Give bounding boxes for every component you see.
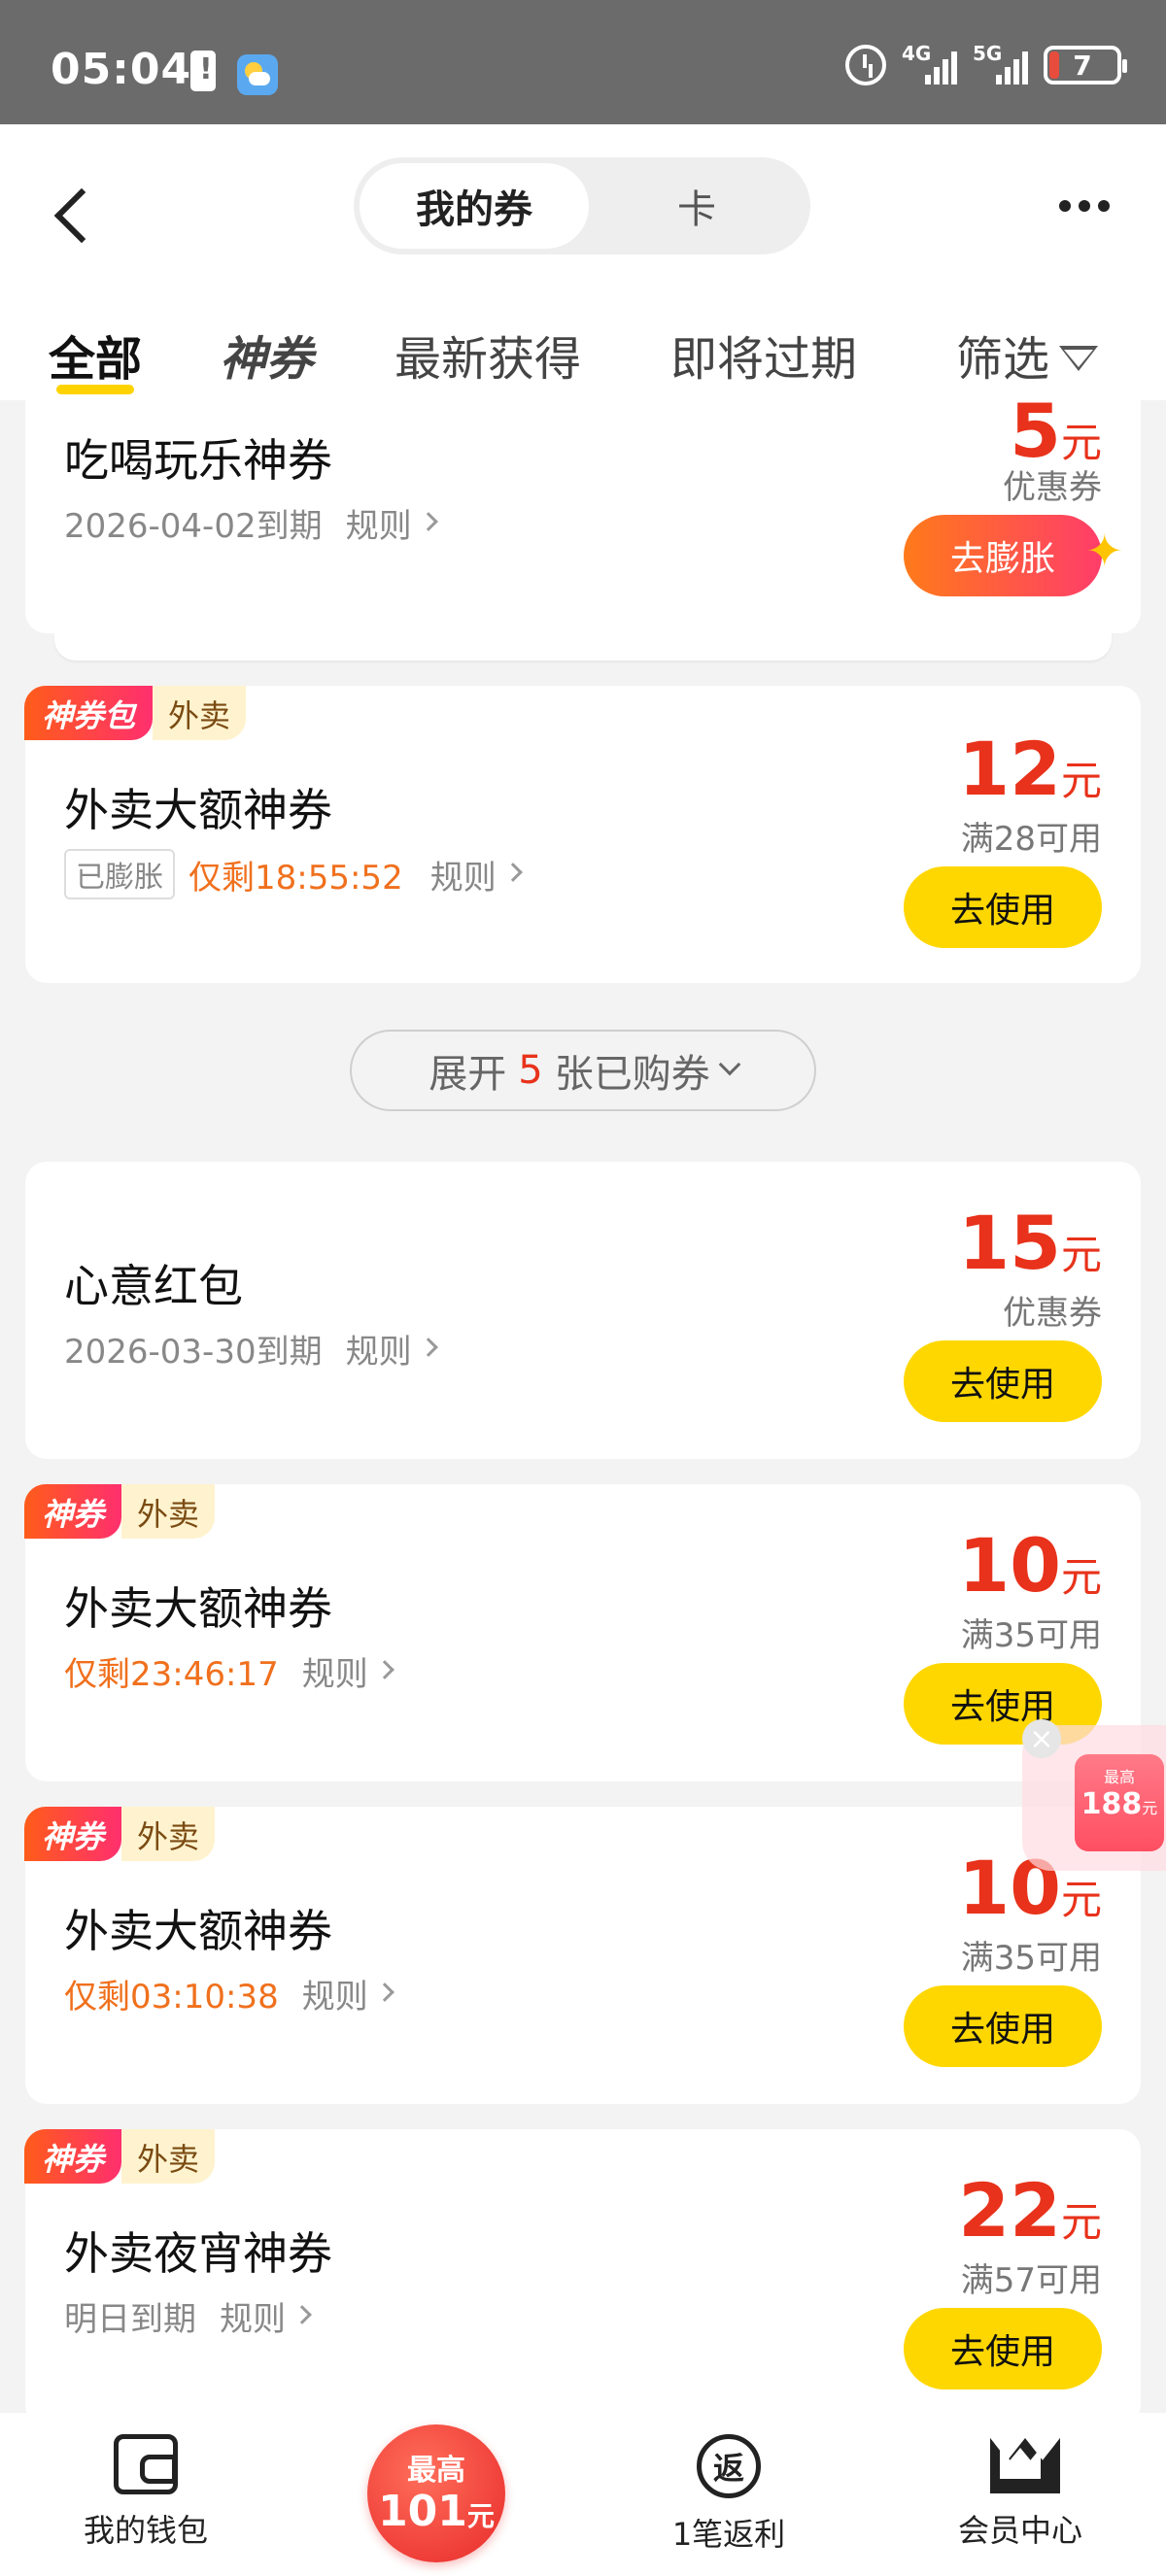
segment-cards[interactable]: 卡 [589, 163, 805, 249]
use-button[interactable]: 去使用 [904, 1985, 1102, 2067]
coupon-title: 外卖大额神券 [64, 1582, 332, 1635]
tab-god-coupon[interactable]: 神券 [220, 321, 313, 389]
red-envelope-icon: 最高 188元 [1075, 1754, 1164, 1851]
use-button[interactable]: 去使用 [904, 2308, 1102, 2390]
stacked-card-edge [54, 633, 1112, 661]
coupon-amount: 15元 [958, 1200, 1102, 1286]
tag-category: 外卖 [121, 1484, 216, 1539]
tab-active-indicator [56, 385, 134, 394]
coupon-condition: 满35可用 [960, 1616, 1102, 1655]
rule-link[interactable]: 规则 [302, 1970, 394, 2017]
coupon-title: 心意红包 [64, 1260, 243, 1312]
close-icon[interactable]: × [1022, 1719, 1061, 1758]
coupon-amount: 12元 [958, 726, 1102, 812]
tab-all[interactable]: 全部 [49, 321, 142, 389]
battery-alert-icon [190, 51, 216, 91]
header: 我的券 卡 全部 神券 最新获得 即将过期 筛选 [0, 124, 1166, 400]
coupon-title: 外卖夜宵神券 [64, 2227, 332, 2280]
segment-my-coupons[interactable]: 我的券 [360, 163, 589, 249]
chevron-right-icon [418, 511, 438, 531]
coupon-title: 外卖大额神券 [64, 1905, 332, 1957]
swelled-badge: 已膨胀 [64, 849, 175, 899]
coupon-card: 吃喝玩乐神券 2026-04-02到期 规则 5元 优惠券 去膨胀 ✦ [25, 394, 1141, 633]
tag-god-coupon: 神券 [24, 1484, 122, 1539]
status-bar: 05:04 4G 5G 7 [0, 0, 1166, 124]
coupon-amount: 10元 [958, 1522, 1102, 1609]
coupon-title: 外卖大额神券 [64, 784, 332, 836]
sparkle-icon: ✦ [1085, 525, 1123, 577]
chevron-right-icon [374, 1659, 394, 1679]
coupon-amount: 22元 [958, 2167, 1102, 2254]
tag-category: 外卖 [121, 2129, 216, 2184]
coupon-title: 吃喝玩乐神券 [64, 434, 332, 487]
tag-category: 外卖 [153, 686, 247, 740]
alarm-icon [845, 45, 886, 85]
tab-filter[interactable]: 筛选 [956, 321, 1099, 389]
chevron-right-icon [292, 2304, 312, 2324]
coupon-card: 神券包 外卖 外卖大额神券 已膨胀 仅剩18:55:52 规则 12元 满28可… [24, 686, 1141, 983]
tab-newest[interactable]: 最新获得 [394, 321, 581, 389]
nav-rebate[interactable]: 返 1笔返利 [622, 2434, 836, 2555]
use-button[interactable]: 去使用 [904, 866, 1102, 948]
rule-link[interactable]: 规则 [346, 499, 438, 547]
status-time: 05:04 [51, 45, 192, 94]
battery-icon: 7 [1044, 46, 1127, 85]
countdown: 仅剩18:55:52 [189, 858, 403, 898]
tag-god-coupon-pack: 神券包 [24, 686, 154, 740]
coupon-amount: 5元 [1010, 388, 1102, 474]
coupon-expiry: 2026-04-02到期 [64, 507, 323, 546]
bottom-nav: 我的钱包 最高 101元 返 1笔返利 会员中心 [0, 2413, 1166, 2576]
tag-category: 外卖 [121, 1807, 216, 1861]
coupon-condition: 满57可用 [960, 2261, 1102, 2300]
crown-icon [988, 2434, 1052, 2494]
chevron-down-icon [718, 1053, 741, 1076]
coupon-card: 心意红包 2026-03-30到期 规则 15元 优惠券 去使用 [25, 1162, 1141, 1459]
filter-icon [1059, 346, 1099, 371]
wallet-icon [114, 2434, 178, 2494]
countdown: 仅剩23:46:17 [64, 1655, 279, 1694]
rule-link[interactable]: 规则 [220, 2292, 312, 2340]
rule-link[interactable]: 规则 [430, 851, 523, 898]
weather-icon [237, 54, 278, 95]
tab-expiring[interactable]: 即将过期 [670, 321, 857, 389]
chevron-right-icon [374, 1982, 394, 2002]
coupon-card: 神券 外卖 外卖夜宵神券 明日到期 规则 22元 满57可用 去使用 [24, 2129, 1141, 2426]
nav-wallet[interactable]: 我的钱包 [39, 2434, 253, 2551]
chevron-right-icon [502, 863, 523, 882]
coupon-expiry: 明日到期 [64, 2300, 196, 2339]
swell-button[interactable]: 去膨胀 ✦ [904, 515, 1123, 596]
rule-link[interactable]: 规则 [302, 1647, 394, 1695]
segment-control: 我的券 卡 [354, 157, 810, 254]
use-button[interactable]: 去使用 [904, 1340, 1102, 1422]
countdown: 仅剩03:10:38 [64, 1978, 279, 2017]
rule-link[interactable]: 规则 [346, 1325, 438, 1373]
coupon-condition: 满35可用 [960, 1939, 1102, 1978]
coupon-card: 神券 外卖 外卖大额神券 仅剩03:10:38 规则 10元 满35可用 去使用 [24, 1807, 1141, 2104]
coupon-expiry: 2026-03-30到期 [64, 1333, 323, 1372]
coupon-condition: 优惠券 [1003, 468, 1102, 507]
filter-tabs: 全部 神券 最新获得 即将过期 筛选 [0, 299, 1166, 400]
coupon-condition: 满28可用 [960, 820, 1102, 859]
coupon-card: 神券 外卖 外卖大额神券 仅剩23:46:17 规则 10元 满35可用 去使用 [24, 1484, 1141, 1781]
expand-purchased-button[interactable]: 展开 5 张已购券 [350, 1030, 816, 1111]
floating-redpacket-widget[interactable]: × 最高 188元 [1022, 1719, 1166, 1871]
more-icon[interactable] [1059, 200, 1110, 212]
back-arrow-icon[interactable] [49, 183, 97, 251]
signal-5g-icon: 5G [973, 42, 1028, 85]
tag-god-coupon: 神券 [24, 2129, 122, 2184]
signal-4g-icon: 4G [902, 42, 957, 85]
promo-center-button[interactable]: 最高 101元 [367, 2424, 505, 2562]
chevron-right-icon [418, 1337, 438, 1357]
nav-member-center[interactable]: 会员中心 [913, 2434, 1127, 2551]
tag-god-coupon: 神券 [24, 1807, 122, 1861]
coupon-condition: 优惠券 [1003, 1294, 1102, 1333]
rebate-icon: 返 [697, 2434, 761, 2498]
